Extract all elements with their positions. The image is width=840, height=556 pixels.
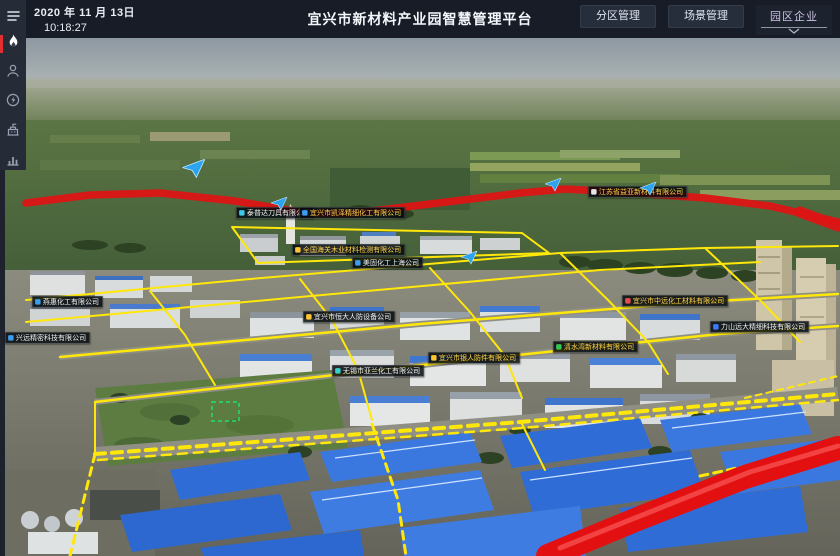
company-label-text: 宜兴市凯泽精细化工有限公司 [310,209,401,218]
company-label[interactable]: 江苏省益亚新材料有限公司 [588,186,687,198]
menu-icon [6,10,21,22]
plane-icon [640,182,658,196]
company-label[interactable]: 全国海关木业材料检测有限公司 [292,244,405,256]
company-label[interactable]: 宜兴市银人防件有限公司 [428,352,520,364]
company-label[interactable]: 清水湾新材料有限公司 [553,341,638,353]
sidebar-item-alarm[interactable] [0,31,26,53]
page-title: 宜兴市新材料产业园智慧管理平台 [308,0,533,38]
plane-icon [461,251,479,265]
blue-plane-marker[interactable] [182,159,207,186]
blue-plane-marker[interactable] [640,182,658,201]
company-marker-icon [591,189,596,194]
blue-plane-marker[interactable] [545,178,563,197]
company-marker-icon [239,210,244,215]
tool-sidebar [0,0,26,170]
company-marker-icon [35,299,40,304]
scene-management-button[interactable]: 场景管理 [668,5,744,28]
plane-icon [271,197,289,211]
menu-button[interactable] [0,5,26,27]
company-label[interactable]: 宜兴市中远化工材料有限公司 [622,295,728,307]
company-label[interactable]: 美固化工上海公司 [352,257,423,269]
company-label[interactable]: 无锡市亚兰化工有限公司 [332,365,424,377]
dropdown-label: 园区企业 [770,11,818,23]
map-3d-viewport[interactable] [0,0,840,556]
company-label[interactable]: 兴远精密科技有限公司 [5,332,90,344]
sidebar-item-energy[interactable] [0,90,26,112]
chevron-down-icon [788,28,800,34]
company-label-text: 燕惠化工有限公司 [43,298,99,307]
plane-icon [182,159,207,179]
flame-icon [7,34,20,48]
app-window: 泰普达刀具有限公司宜兴市凯泽精细化工有限公司全国海关木业材料检测有限公司美固化工… [0,0,840,556]
sidebar-item-users[interactable] [0,60,26,82]
user-icon [6,64,20,77]
company-label-text: 全国海关木业材料检测有限公司 [303,246,401,255]
zone-management-button[interactable]: 分区管理 [580,5,656,28]
company-marker-icon [355,260,360,265]
company-label[interactable]: 宜兴市凯泽精细化工有限公司 [299,207,405,219]
company-label-text: 美固化工上海公司 [363,259,419,268]
plane-icon [545,178,563,192]
park-enterprise-dropdown[interactable]: 园区企业 [756,5,832,35]
blue-plane-marker[interactable] [461,251,479,270]
company-label-text: 宜兴市中远化工材料有限公司 [633,297,724,306]
factory-icon [6,123,20,136]
company-marker-icon [431,355,436,360]
company-label[interactable]: 宜兴市恒大人防设备公司 [303,311,395,323]
company-label[interactable]: 燕惠化工有限公司 [32,296,103,308]
company-label[interactable]: 力山远大精细科技有限公司 [710,321,809,333]
company-marker-icon [556,344,561,349]
energy-icon [6,93,20,107]
company-label-text: 力山远大精细科技有限公司 [721,323,805,332]
company-marker-icon [335,368,340,373]
company-label-text: 宜兴市银人防件有限公司 [439,354,516,363]
company-marker-icon [302,210,307,215]
company-label-text: 兴远精密科技有限公司 [16,334,86,343]
company-label-text: 无锡市亚兰化工有限公司 [343,367,420,376]
sidebar-item-factory[interactable] [0,119,26,141]
stats-chart-icon [6,153,20,166]
company-marker-icon [625,298,630,303]
company-label-text: 清水湾新材料有限公司 [564,343,634,352]
sidebar-item-statistics[interactable] [0,149,26,171]
blue-plane-marker[interactable] [271,197,289,216]
company-marker-icon [713,324,718,329]
company-marker-icon [306,314,311,319]
top-bar: 2020 年 11 月 13日 10:18:27 宜兴市新材料产业园智慧管理平台… [0,0,840,38]
current-time: 10:18:27 [44,22,135,34]
company-marker-icon [295,247,300,252]
company-label-text: 宜兴市恒大人防设备公司 [314,313,391,322]
company-marker-icon [8,335,13,340]
current-date: 2020 年 11 月 13日 [34,4,135,20]
datetime-display: 2020 年 11 月 13日 10:18:27 [34,4,135,34]
